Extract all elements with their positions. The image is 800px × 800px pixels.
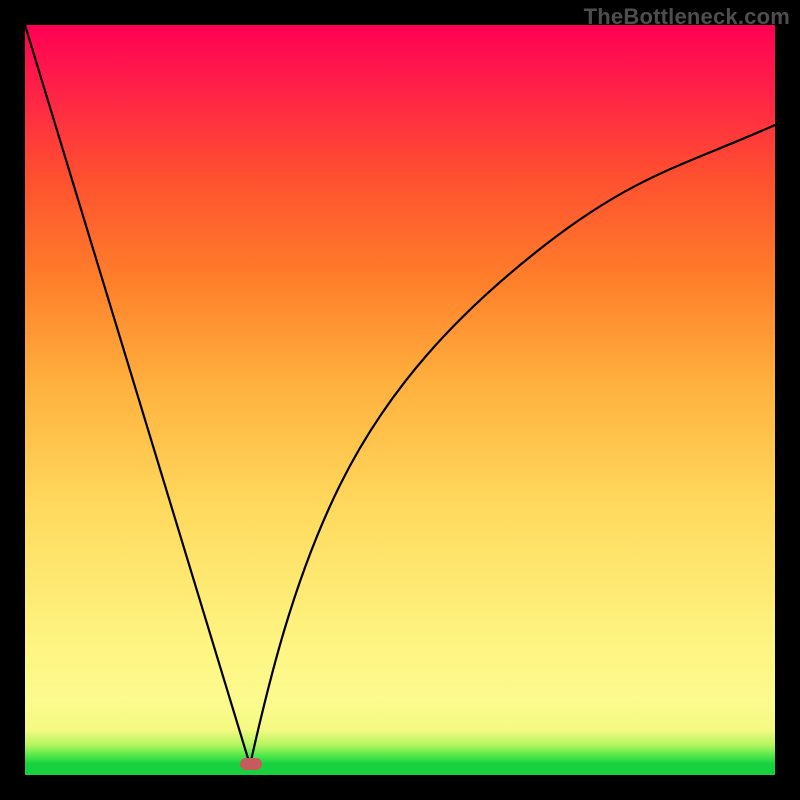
plot-area (25, 25, 775, 775)
bottleneck-curve (25, 25, 775, 775)
curve-left-branch (25, 25, 250, 765)
watermark-text: TheBottleneck.com (584, 4, 790, 30)
curve-right-branch (250, 125, 775, 765)
chart-frame: TheBottleneck.com (0, 0, 800, 800)
optimal-marker (240, 758, 262, 770)
